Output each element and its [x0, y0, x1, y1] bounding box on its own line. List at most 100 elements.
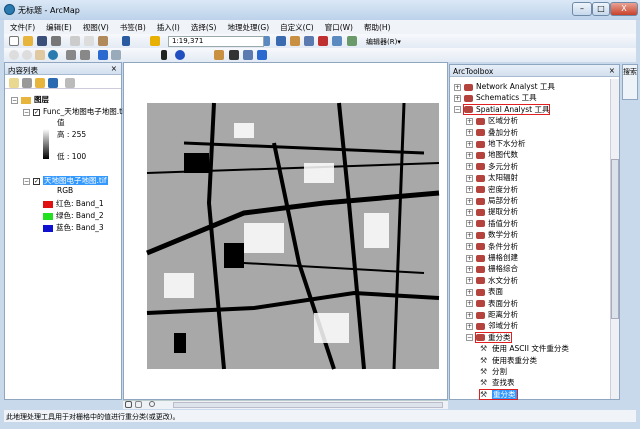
menu-windows[interactable]: 窗口(W) [325, 22, 353, 33]
layer-tianditu[interactable]: − ✓ 天地图电子地图.tif [23, 175, 108, 186]
toolset-item[interactable]: + 栅格创建 [466, 252, 518, 263]
toolset-item[interactable]: + 叠加分析 [466, 127, 518, 138]
vertical-scrollbar[interactable] [610, 79, 619, 399]
menu-geoprocessing[interactable]: 地理处理(G) [227, 22, 269, 33]
map-view[interactable] [123, 62, 448, 400]
table-icon[interactable] [276, 36, 286, 46]
expand-icon[interactable]: + [466, 231, 473, 239]
collapse-icon[interactable]: − [23, 108, 30, 116]
catalog-icon[interactable] [290, 36, 300, 46]
menu-selection[interactable]: 选择(S) [191, 22, 217, 33]
collapse-icon[interactable]: − [466, 334, 473, 342]
toolset-item[interactable]: + 太阳辐射 [466, 172, 518, 183]
menu-bookmarks[interactable]: 书签(B) [120, 22, 146, 33]
expand-icon[interactable]: + [454, 94, 461, 102]
identify-icon[interactable] [175, 50, 185, 60]
toolset-item[interactable]: + 插值分析 [466, 218, 518, 229]
model-builder-icon[interactable] [347, 36, 357, 46]
collapse-icon[interactable]: − [11, 96, 18, 104]
toolset-item[interactable]: + 数学分析 [466, 229, 518, 240]
toolset-item[interactable]: + 表面分析 [466, 298, 518, 309]
arctoolbox-icon[interactable] [318, 36, 328, 46]
open-icon[interactable] [23, 36, 33, 46]
copy-icon[interactable] [84, 36, 94, 46]
time-slider-icon[interactable] [257, 50, 267, 60]
expand-icon[interactable]: + [466, 186, 473, 194]
list-by-source-icon[interactable] [22, 78, 32, 88]
options-icon[interactable] [65, 78, 75, 88]
horizontal-scrollbar[interactable] [173, 402, 443, 408]
toolset-item[interactable]: + 局部分析 [466, 195, 518, 206]
layout-view-button[interactable] [135, 401, 142, 408]
expand-icon[interactable]: + [466, 277, 473, 285]
fixed-zoom-in-icon[interactable] [66, 50, 76, 60]
toolset-item[interactable]: + 栅格综合 [466, 263, 518, 274]
expand-icon[interactable]: + [466, 254, 473, 262]
toolset-item[interactable]: + 水文分析 [466, 275, 518, 286]
scale-input[interactable]: 1:19,371 [168, 36, 264, 47]
expand-icon[interactable]: + [466, 197, 473, 205]
tool-item[interactable]: ⚒ 使用表重分类 [480, 355, 537, 366]
cut-icon[interactable] [70, 36, 80, 46]
tool-item[interactable]: ⚒ 分割 [480, 366, 507, 377]
expand-icon[interactable]: + [454, 83, 461, 91]
expand-icon[interactable]: + [466, 140, 473, 148]
tool-item[interactable]: ⚒ 查找表 [480, 377, 515, 388]
expand-icon[interactable]: + [466, 117, 473, 125]
toolset-item[interactable]: + 多元分析 [466, 161, 518, 172]
go-to-xy-icon[interactable] [243, 50, 253, 60]
add-data-icon[interactable] [150, 36, 160, 46]
toolbox-item[interactable]: + Network Analyst 工具 [454, 81, 555, 92]
toolset-item[interactable]: + 条件分析 [466, 241, 518, 252]
collapse-icon[interactable]: − [454, 106, 461, 114]
visibility-checkbox[interactable]: ✓ [33, 177, 40, 185]
toolbox-item[interactable]: + Schematics 工具 [454, 92, 537, 103]
menu-help[interactable]: 帮助(H) [364, 22, 391, 33]
toolset-item[interactable]: + 邻域分析 [466, 320, 518, 331]
forward-icon[interactable] [111, 50, 121, 60]
save-icon[interactable] [37, 36, 47, 46]
expand-icon[interactable]: + [466, 174, 473, 182]
menu-insert[interactable]: 插入(I) [157, 22, 180, 33]
arctoolbox-close-button[interactable]: × [609, 66, 615, 75]
toolset-reclass[interactable]: − 重分类 [466, 331, 512, 343]
menu-edit[interactable]: 编辑(E) [46, 22, 72, 33]
toolset-item[interactable]: + 表面 [466, 286, 503, 297]
expand-icon[interactable]: + [466, 311, 473, 319]
expand-icon[interactable]: + [466, 163, 473, 171]
tool-item[interactable]: ⚒ 重分类 [479, 388, 518, 400]
refresh-icon[interactable] [149, 401, 155, 407]
expand-icon[interactable]: + [466, 220, 473, 228]
toolset-item[interactable]: + 密度分析 [466, 184, 518, 195]
zoom-in-icon[interactable] [9, 50, 19, 60]
find-icon[interactable] [229, 50, 239, 60]
measure-icon[interactable] [214, 50, 224, 60]
minimize-button[interactable]: – [572, 2, 592, 16]
toolset-item[interactable]: + 地下水分析 [466, 138, 526, 149]
layer-func[interactable]: − ✓ Func_天地图电子地图.tif [23, 106, 127, 117]
menu-view[interactable]: 视图(V) [83, 22, 109, 33]
list-by-visibility-icon[interactable] [35, 78, 45, 88]
list-by-drawing-order-icon[interactable] [9, 78, 19, 88]
print-icon[interactable] [51, 36, 61, 46]
fixed-zoom-out-icon[interactable] [80, 50, 90, 60]
expand-icon[interactable]: + [466, 129, 473, 137]
paste-icon[interactable] [98, 36, 108, 46]
toolbox-item[interactable]: − Spatial Analyst 工具 [454, 103, 551, 115]
expand-icon[interactable]: + [466, 288, 473, 296]
toc-close-button[interactable]: × [111, 64, 117, 73]
select-elements-icon[interactable] [161, 50, 167, 60]
toolset-item[interactable]: + 地图代数 [466, 149, 518, 160]
toolset-item[interactable]: + 提取分析 [466, 206, 518, 217]
python-icon[interactable] [332, 36, 342, 46]
toolset-item[interactable]: + 距离分析 [466, 309, 518, 320]
expand-icon[interactable]: + [466, 243, 473, 251]
menu-file[interactable]: 文件(F) [10, 22, 35, 33]
data-view-button[interactable] [125, 401, 132, 408]
expand-icon[interactable]: + [466, 151, 473, 159]
search-side-tab[interactable]: 搜索 [622, 64, 638, 100]
expand-icon[interactable]: + [466, 322, 473, 330]
back-icon[interactable] [98, 50, 108, 60]
expand-icon[interactable]: + [466, 300, 473, 308]
expand-icon[interactable]: + [466, 265, 473, 273]
